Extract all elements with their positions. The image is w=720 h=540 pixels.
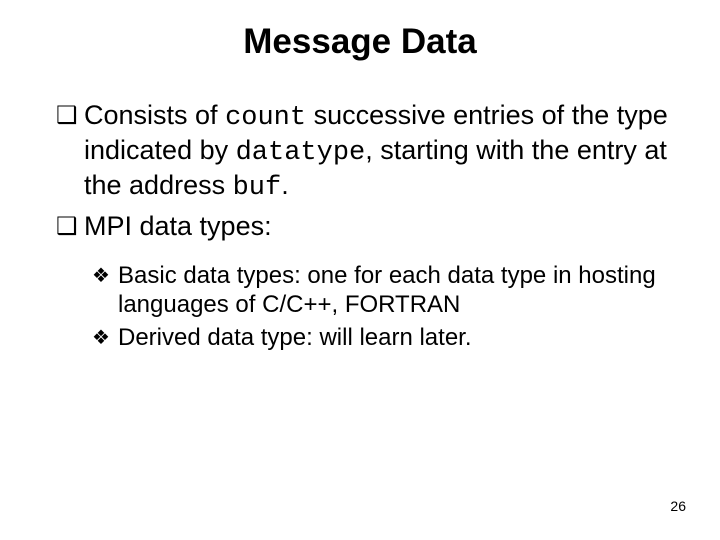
text-segment: .: [281, 170, 289, 200]
bullet-mpi-types: MPI data types:: [58, 211, 670, 243]
sub-bullet-basic: Basic data types: one for each data type…: [92, 262, 670, 320]
code-datatype: datatype: [236, 138, 366, 168]
text-segment: Consists of: [84, 100, 225, 130]
slide-title: Message Data: [0, 22, 720, 62]
bullet-consists: Consists of count successive entries of …: [58, 100, 670, 205]
slide-body: Consists of count successive entries of …: [58, 100, 670, 357]
code-buf: buf: [233, 173, 282, 203]
code-count: count: [225, 103, 306, 133]
text-segment: Basic data types: one for each data type…: [118, 262, 656, 318]
slide: Message Data Consists of count successiv…: [0, 0, 720, 540]
text-segment: MPI data types:: [84, 211, 272, 241]
text-segment: Derived data type: will learn later.: [118, 324, 472, 351]
sub-bullet-derived: Derived data type: will learn later.: [92, 324, 670, 353]
page-number: 26: [670, 498, 686, 514]
sub-bullet-group: Basic data types: one for each data type…: [58, 262, 670, 352]
